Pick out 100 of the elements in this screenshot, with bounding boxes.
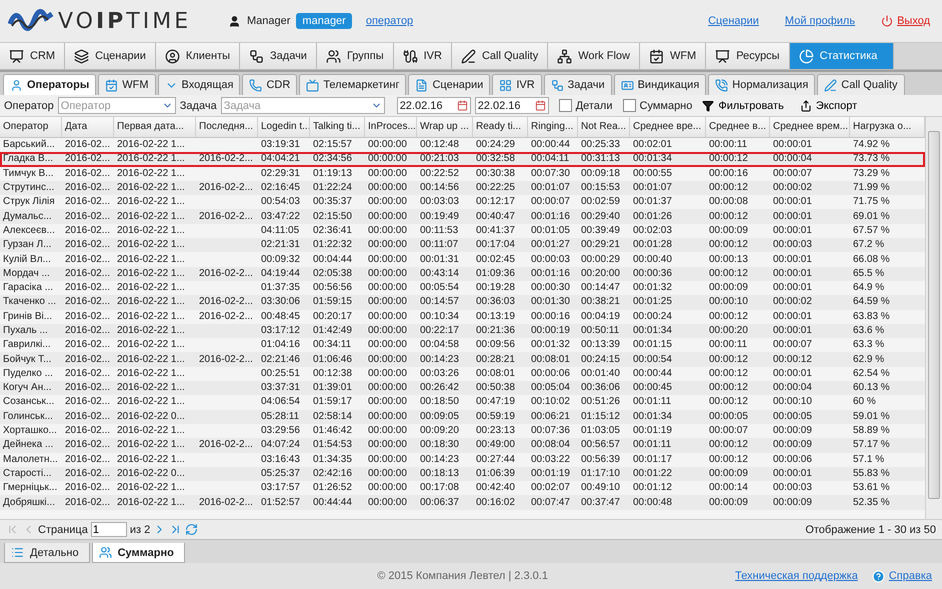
main-tab[interactable]: Группы xyxy=(316,43,394,69)
footer-link[interactable]: Справка xyxy=(872,570,932,582)
header-link[interactable]: Мой профиль xyxy=(784,15,856,27)
bottom-tab[interactable]: Детально xyxy=(4,543,90,563)
main-tab[interactable]: Сценарии xyxy=(65,43,156,69)
main-tab[interactable]: Ресурсы xyxy=(706,43,790,69)
main-tab[interactable]: Задачи xyxy=(240,43,317,69)
table-cell-text: 2016-02-22 1... xyxy=(116,496,186,509)
table-cell-text: 00:00:04 xyxy=(772,153,813,166)
column-header[interactable]: Talking ti... xyxy=(310,117,365,137)
table-row[interactable]: Голинськ... 2016-02... 2016-02-22 0... 05:28:11 02:58:14 00:00:00 00:09:05 00:59:19 00:06:21 01:15:12 00:01:34 00:00:05 00:00:05 59.01 % xyxy=(0,410,925,424)
scrollbar[interactable] xyxy=(925,117,942,519)
column-header[interactable]: InProces... xyxy=(365,117,417,137)
table-row[interactable]: Бойчук Т... 2016-02... 2016-02-22 1... 2016-02-2... 02:21:46 01:06:46 00:00:00 00:14:23 00:28:21 00:08:01 00:24:15 00:00:54 00:00:12 00:00:12 62.9 % xyxy=(0,352,925,367)
table-row[interactable]: Гмерніцьк... 2016-02... 2016-02-22 1... 03:17:57 01:26:52 00:00:00 00:17:08 00:42:40 00:02:07 00:49:10 00:01:12 00:00:14 00:00:03 53.61 % xyxy=(0,481,925,496)
column-header[interactable]: Not Rea... xyxy=(578,117,630,137)
column-header[interactable]: Первая дата... xyxy=(114,117,196,137)
operator-label: Оператор xyxy=(4,100,54,112)
table-cell-text: 00:09:32 xyxy=(260,254,301,266)
table-row[interactable]: Старості... 2016-02... 2016-02-22 0... 05:25:37 02:42:16 00:00:00 00:18:13 01:06:39 00:01:19 01:17:10 00:01:22 00:00:09 00:00:01 55.83 % xyxy=(0,466,925,482)
sub-tab[interactable]: Нормализация xyxy=(708,74,816,95)
column-header[interactable]: Wrap up ... xyxy=(417,117,473,137)
column-header[interactable]: Среднее в... xyxy=(706,117,770,137)
refresh-button[interactable] xyxy=(185,523,198,536)
date-from-field[interactable]: 22.02.16 xyxy=(396,97,471,114)
column-header[interactable]: Среднее вре... xyxy=(630,117,706,137)
column-header[interactable]: Среднее врем... xyxy=(770,117,850,137)
table-cell-text: 00:14:56 xyxy=(419,182,460,194)
table-cell-text: 2016-02-22 1... xyxy=(116,454,186,466)
table-cell-text: 00:10:34 xyxy=(419,310,460,323)
column-header[interactable]: Дата xyxy=(62,117,114,137)
checkbox[interactable] xyxy=(558,99,572,112)
export-button[interactable]: Экспорт xyxy=(794,100,864,112)
table-row[interactable]: Мордач ... 2016-02... 2016-02-22 1... 2016-02-2... 04:19:44 02:05:38 00:00:00 00:43:14 01:09:36 00:01:16 00:20:00 00:00:36 00:00:12 00:00:01 65.5 % xyxy=(0,266,925,281)
column-header[interactable]: Ringing... xyxy=(528,117,578,137)
role-link[interactable]: оператор xyxy=(366,15,414,27)
bottom-tab[interactable]: Суммарно xyxy=(92,543,185,563)
table-cell-text: 04:19:44 xyxy=(260,268,301,280)
column-header[interactable]: Последня... xyxy=(196,117,258,137)
page-input[interactable]: 1 xyxy=(90,522,127,537)
table-row[interactable]: Дейнека ... 2016-02... 2016-02-22 1... 2016-02-2... 04:07:24 01:54:53 00:00:00 00:18:30 00:49:00 00:08:04 00:56:57 00:01:11 00:00:12 00:00:09 57.17 % xyxy=(0,438,925,453)
checkbox[interactable] xyxy=(622,99,636,112)
sub-tab[interactable]: Виндикация xyxy=(614,74,706,95)
table-row[interactable]: Струтинс... 2016-02... 2016-02-22 1... 2016-02-2... 02:16:45 01:22:24 00:00:00 00:14:56 00:22:25 00:01:07 00:15:53 00:01:07 00:00:12 00:00:02 71.99 % xyxy=(0,180,925,196)
table-row[interactable]: Тимчук В... 2016-02... 2016-02-22 1... 02:29:31 01:19:13 00:00:00 00:22:52 00:30:38 00:07:30 00:09:18 00:00:55 00:00:16 00:00:07 73.29 % xyxy=(0,166,925,181)
table-row[interactable]: Барський... 2016-02... 2016-02-22 1... 03:19:31 02:15:57 00:00:00 00:12:48 00:24:29 00:00:44 00:25:33 00:02:01 00:00:11 00:00:01 74.92 % xyxy=(0,138,925,152)
sub-tab[interactable]: Операторы xyxy=(3,74,96,95)
main-tab[interactable]: Call Quality xyxy=(452,43,548,69)
table-row[interactable]: Гринів Ві... 2016-02... 2016-02-22 1... 2016-02-2... 00:48:45 00:20:17 00:00:00 00:10:34 00:13:19 00:00:16 00:04:19 00:00:24 00:00:12 00:00:01 63.83 % xyxy=(0,310,925,324)
table-cell-text: 00:02:45 xyxy=(475,254,516,266)
table-row[interactable]: Гарасіка ... 2016-02... 2016-02-22 1... 01:37:35 00:56:56 00:00:00 00:05:54 00:19:28 00:00:30 00:14:47 00:01:32 00:00:09 00:00:01 64.9 % xyxy=(0,280,925,296)
table-cell-text: 00:01:37 xyxy=(632,196,673,208)
main-tab[interactable]: Work Flow xyxy=(548,43,640,69)
sub-tab[interactable]: Call Quality xyxy=(817,74,905,95)
table-cell-text: 00:19:28 xyxy=(475,282,516,294)
table-row[interactable]: Ткаченко ... 2016-02... 2016-02-22 1... 2016-02-2... 03:30:06 01:59:15 00:00:00 00:14:57 00:36:03 00:01:30 00:38:21 00:01:25 00:00:10 00:00:02 64.59 % xyxy=(0,295,925,310)
highlighted-row[interactable]: Гладка В... 2016-02... 2016-02-22 1... 2016-02-2... 04:04:21 02:34:56 00:00:00 00:21:03 00:32:58 00:04:11 00:31:13 00:01:34 00:00:12 00:00:04 73.73 % xyxy=(0,152,925,167)
table-cell-text: 2016-02-22 1... xyxy=(116,254,186,266)
table-row[interactable]: Пухаль ... 2016-02... 2016-02-22 1... 03:17:12 01:42:49 00:00:00 00:22:17 00:21:36 00:00:19 00:50:11 00:01:34 00:00:20 00:00:01 63.6 % xyxy=(0,324,925,338)
column-header[interactable]: Оператор xyxy=(0,117,62,137)
table-cell-text: 00:25:51 xyxy=(260,368,301,380)
refresh-icon xyxy=(185,523,198,536)
sub-tab[interactable]: Телемаркетинг xyxy=(299,74,406,95)
main-tab[interactable]: Статистика xyxy=(790,43,894,69)
checkbox-label: Детали xyxy=(576,100,612,112)
main-tab[interactable]: WFM xyxy=(640,43,706,69)
main-tab[interactable]: IVR xyxy=(394,43,452,69)
filter-button[interactable]: Фильтровать xyxy=(696,100,790,112)
table-cell-text: 03:37:31 xyxy=(260,382,301,394)
table-cell-text: 00:00:01 xyxy=(772,468,813,480)
footer-link[interactable]: Техническая поддержка xyxy=(735,570,858,582)
sub-tab[interactable]: IVR xyxy=(492,74,542,95)
sub-tab[interactable]: Входящая xyxy=(158,74,240,95)
table-cell-text: 00:01:17 xyxy=(632,454,673,466)
logout-link[interactable]: Выход xyxy=(881,15,930,27)
table-row[interactable]: Думальс... 2016-02... 2016-02-22 1... 2016-02-2... 03:47:22 02:15:50 00:00:00 00:19:49 00:40:47 00:01:16 00:29:40 00:01:26 00:00:12 00:00:01 69.01 % xyxy=(0,209,925,224)
main-tab[interactable]: Клиенты xyxy=(156,43,240,69)
main-tab[interactable]: CRM xyxy=(0,43,66,69)
table-cell-text: 2016-02-22 1... xyxy=(116,182,186,194)
table-cell-text: 00:09:56 xyxy=(475,339,516,352)
table-row[interactable]: Гурзан Л... 2016-02... 2016-02-22 1... 02:21:31 01:22:32 00:00:00 00:11:07 00:17:04 00:01:27 00:29:21 00:01:28 00:00:12 00:00:03 67.2 % xyxy=(0,238,925,252)
table-cell-text: 00:09:18 xyxy=(580,168,621,180)
table-cell-text: Струк Лілія xyxy=(2,196,56,208)
table-cell-text: Барський... xyxy=(2,139,56,152)
table-cell-text: 00:00:01 xyxy=(772,196,813,208)
table-cell-text: 00:49:00 xyxy=(475,439,516,452)
table-cell-text: 2016-02-2... xyxy=(198,354,254,366)
table-cell-text: 00:15:53 xyxy=(580,182,621,194)
date-to-field[interactable]: 22.02.16 xyxy=(474,97,549,114)
sub-tab[interactable]: Сценарии xyxy=(408,74,490,95)
sub-tab[interactable]: Задачи xyxy=(544,74,612,95)
table-row[interactable]: Струк Лілія 2016-02... 2016-02-22 1... 00:54:03 00:35:37 00:00:00 00:03:03 00:12:17 00:00:07 00:02:59 00:01:37 00:00:08 00:00:01 71.75 % xyxy=(0,195,925,210)
table-row[interactable]: Гаврилкі... 2016-02... 2016-02-22 1... 01:04:16 00:34:11 00:00:00 00:04:58 00:09:56 00:01:32 00:13:39 00:01:15 00:00:11 00:00:07 63.3 % xyxy=(0,338,925,352)
sub-tab[interactable]: CDR xyxy=(242,74,298,95)
table-row[interactable]: Добряшкі... 2016-02... 2016-02-22 1... 2016-02-2... 01:52:57 00:44:44 00:00:00 00:06:37 00:16:02 00:07:47 00:37:47 00:00:48 00:00:09 00:00:09 52.35 % xyxy=(0,495,925,510)
table-cell-text: 00:00:30 xyxy=(530,282,571,294)
sub-tab[interactable]: WFM xyxy=(98,74,156,95)
header-link[interactable]: Сценарии xyxy=(708,15,759,27)
column-header[interactable]: Ready ti... xyxy=(473,117,528,137)
table-row[interactable]: Когуч Ан... 2016-02... 2016-02-22 1... 03:37:31 01:39:01 00:00:00 00:26:42 00:50:38 00:05:04 00:36:06 00:00:45 00:00:12 00:00:04 60.13 % xyxy=(0,381,925,396)
